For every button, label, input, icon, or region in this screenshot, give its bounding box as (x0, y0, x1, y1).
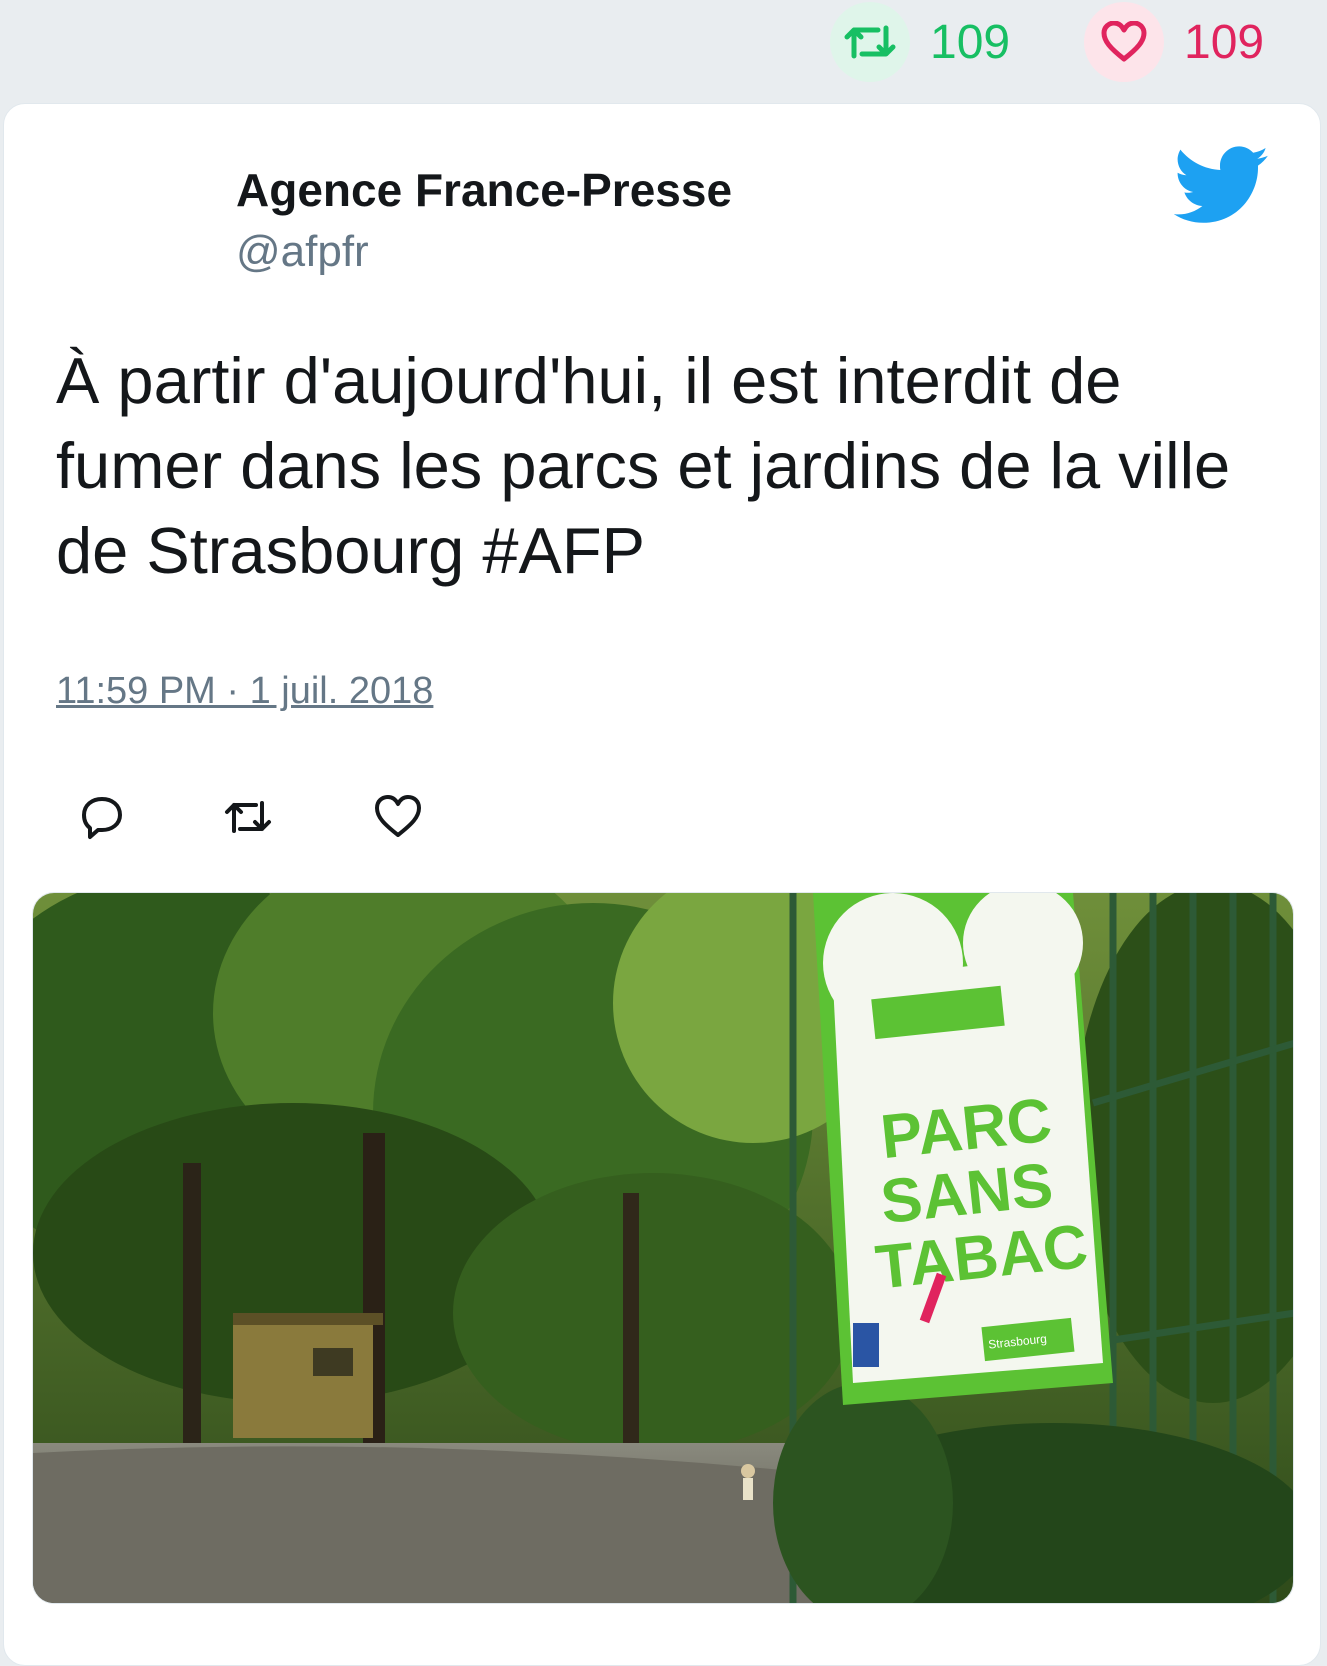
engagement-stats-bar: 109 109 (0, 0, 1327, 100)
tweet-timestamp[interactable]: 11:59 PM · 1 juil. 2018 (56, 670, 433, 713)
author-handle[interactable]: @afpfr (236, 227, 369, 277)
retweet-icon[interactable] (830, 2, 910, 82)
author-name[interactable]: Agence France-Presse (236, 163, 732, 217)
reply-icon[interactable] (74, 789, 130, 845)
like-stat[interactable]: 109 (1084, 2, 1264, 82)
heart-icon[interactable] (1084, 2, 1164, 82)
like-action-icon[interactable] (370, 789, 426, 845)
twitter-bird-icon[interactable] (1173, 146, 1270, 226)
parc-sans-tabac-sign: PARC SANS TABAC Strasbourg (813, 893, 1113, 1405)
tweet-media-image[interactable]: PARC SANS TABAC Strasbourg (32, 892, 1294, 1604)
tweet-text: À partir d'aujourd'hui, il est interdit … (56, 344, 1231, 587)
retweet-count: 109 (930, 15, 1011, 69)
tweet-card[interactable]: Agence France-Presse @afpfr À partir d'a… (3, 103, 1321, 1666)
like-count: 109 (1184, 15, 1265, 69)
retweet-action-icon[interactable] (220, 789, 276, 845)
retweet-stat[interactable]: 109 (830, 2, 1010, 82)
